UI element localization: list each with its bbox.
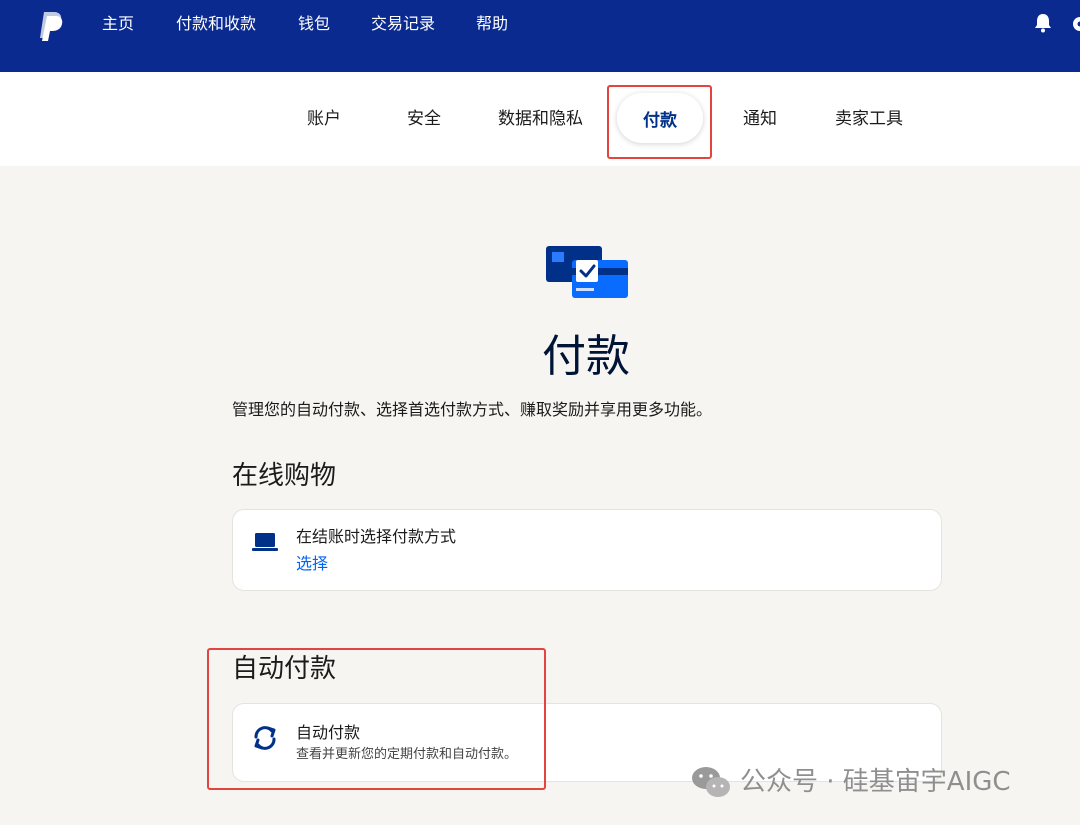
checkout-payment-title: 在结账时选择付款方式: [296, 527, 457, 546]
top-nav-bar: 主页 付款和收款 钱包 交易记录 帮助: [0, 0, 1080, 72]
settings-tab-bar: 账户 安全 数据和隐私 付款 通知 卖家工具: [0, 72, 1080, 166]
select-link[interactable]: 选择: [296, 553, 328, 575]
bell-icon[interactable]: [1032, 12, 1054, 34]
watermark: 公众号 · 硅基宙宇AIGC: [690, 762, 1011, 802]
laptop-icon: [252, 533, 278, 551]
tab-seller-tools[interactable]: 卖家工具: [835, 108, 903, 130]
gear-icon[interactable]: [1070, 14, 1080, 34]
checkout-payment-card[interactable]: 在结账时选择付款方式 选择: [232, 509, 942, 591]
highlight-box-tab: [607, 85, 712, 159]
nav-wallet[interactable]: 钱包: [298, 14, 330, 34]
payment-cards-icon: [546, 246, 628, 298]
nav-help[interactable]: 帮助: [476, 14, 508, 34]
tab-notifications[interactable]: 通知: [743, 108, 777, 130]
tab-data-privacy[interactable]: 数据和隐私: [498, 108, 583, 130]
page-title: 付款: [542, 331, 630, 382]
watermark-text: 公众号 · 硅基宙宇AIGC: [740, 767, 1011, 797]
page-description: 管理您的自动付款、选择首选付款方式、赚取奖励并享用更多功能。: [232, 400, 713, 419]
tab-account[interactable]: 账户: [307, 108, 341, 130]
paypal-logo-icon[interactable]: [38, 10, 64, 42]
nav-send-receive[interactable]: 付款和收款: [176, 14, 256, 34]
tab-security[interactable]: 安全: [407, 108, 441, 130]
section-title-online-shopping: 在线购物: [232, 461, 337, 491]
nav-activity[interactable]: 交易记录: [371, 14, 435, 34]
wechat-icon: [692, 767, 730, 797]
nav-home[interactable]: 主页: [102, 14, 134, 34]
highlight-box-auto-pay: [207, 648, 546, 790]
